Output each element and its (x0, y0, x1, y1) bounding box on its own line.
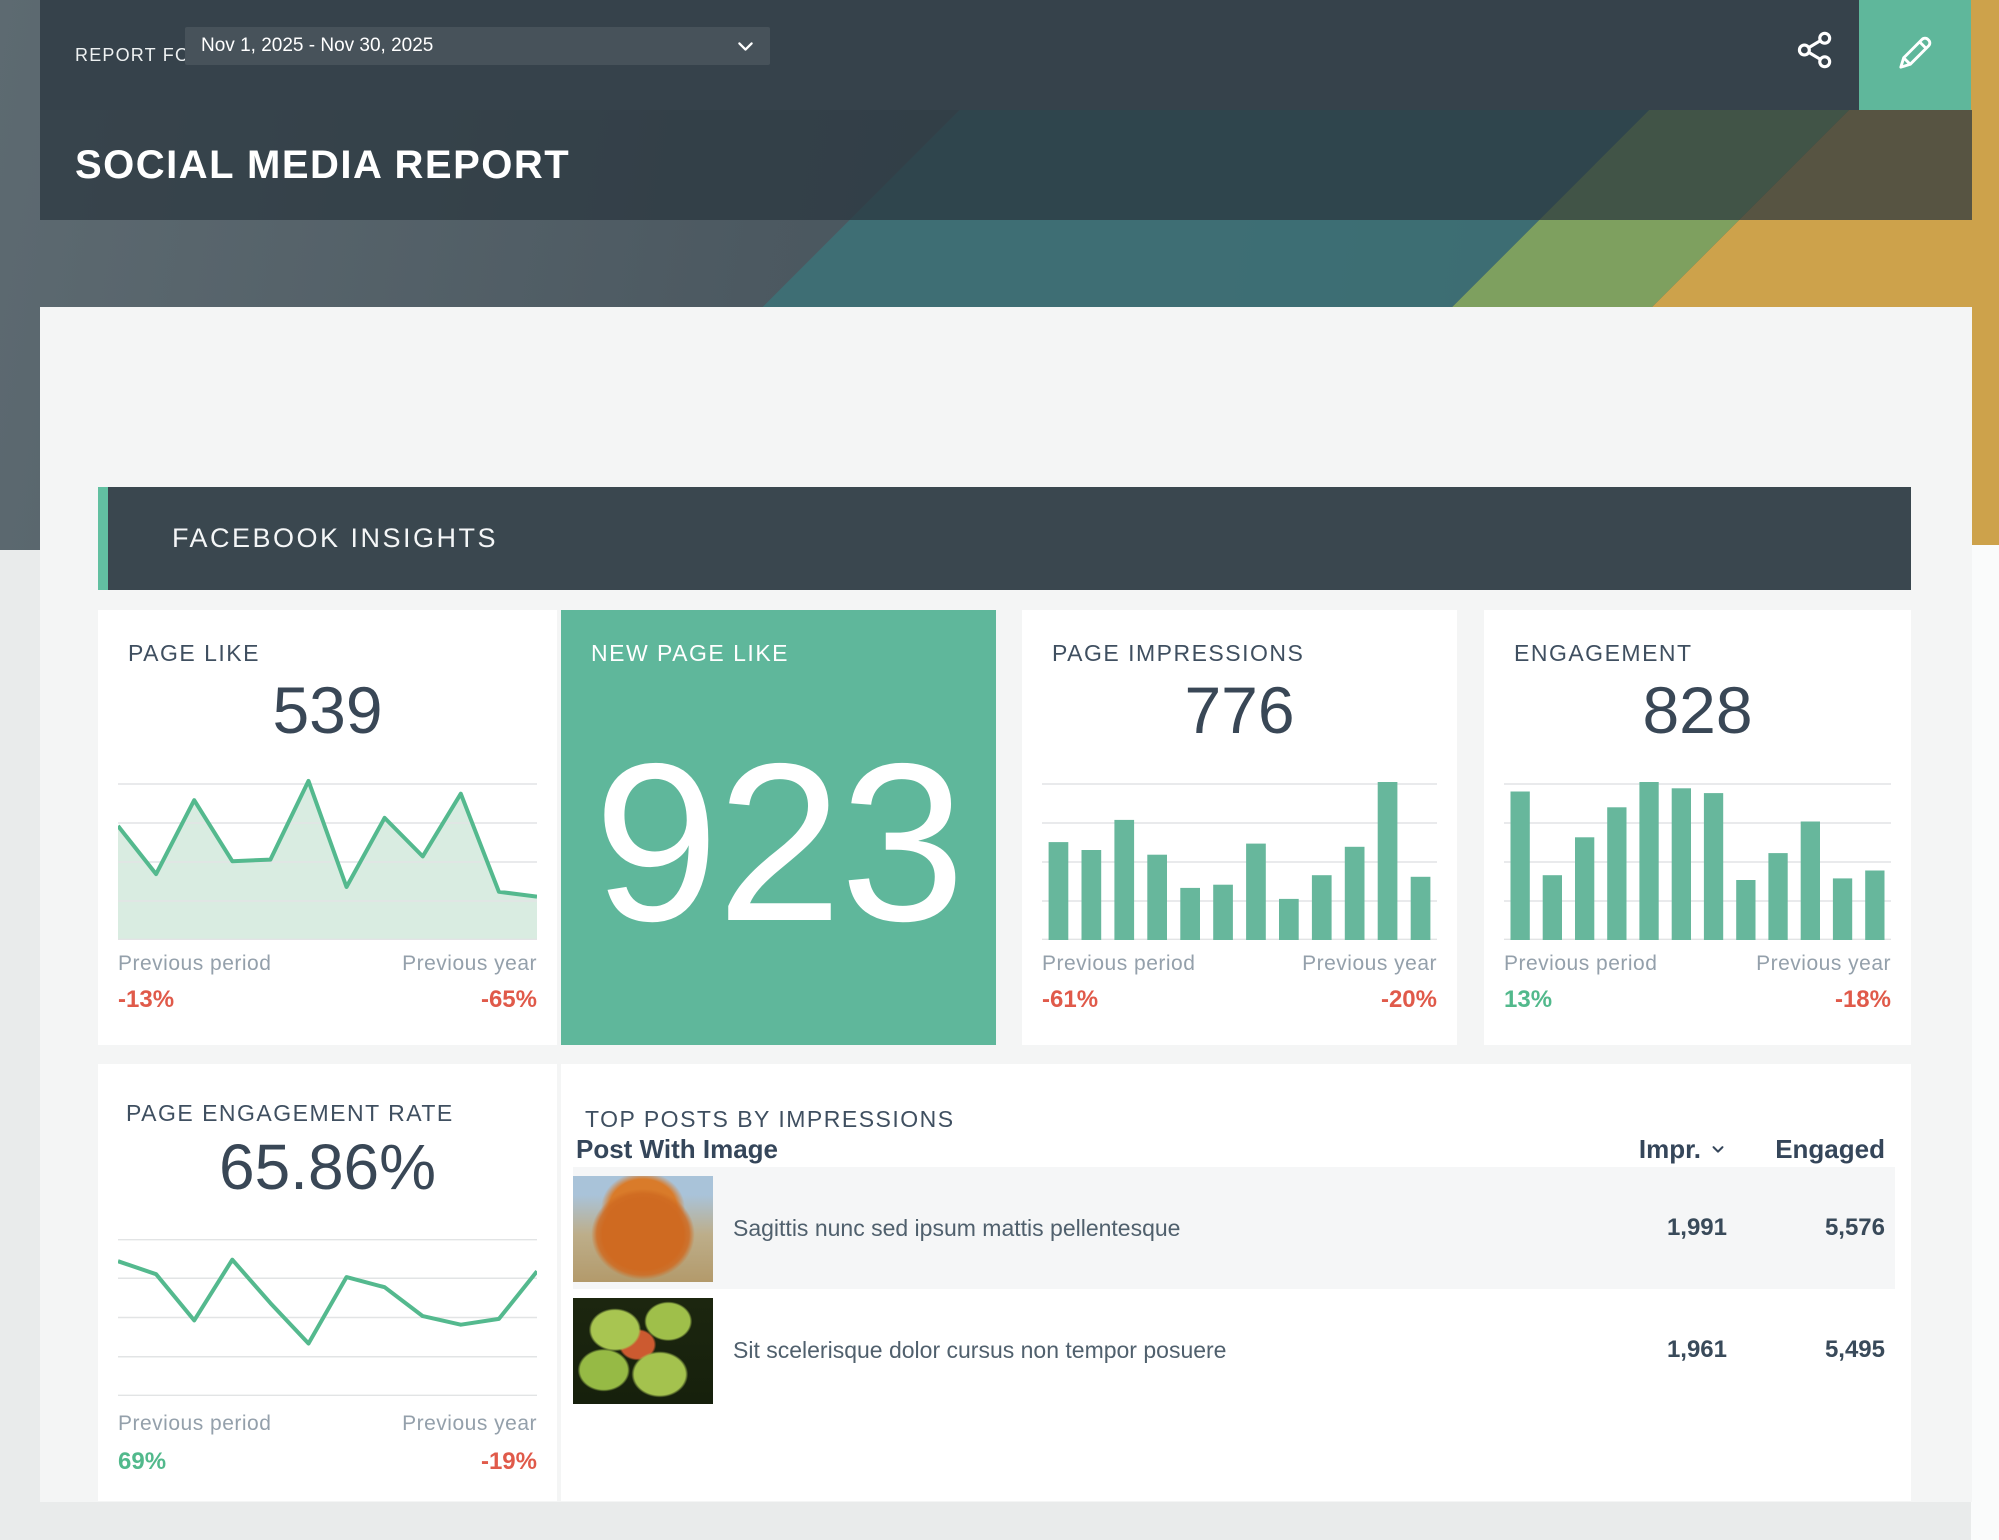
column-header-impressions-label: Impr. (1639, 1134, 1701, 1165)
prev-year-label: Previous year (1756, 952, 1891, 976)
date-range-value: Nov 1, 2025 - Nov 30, 2025 (201, 27, 433, 65)
engagement-bar-chart (1504, 744, 1891, 940)
post-engaged-value: 5,495 (1825, 1289, 1885, 1411)
engagement-value: 828 (1484, 672, 1911, 748)
post-impressions-value: 1,961 (1667, 1289, 1727, 1411)
prev-year-change: -19% (481, 1448, 537, 1476)
post-engaged-value: 5,576 (1825, 1167, 1885, 1289)
page-like-card: PAGE LIKE 539 Previous period Previous y… (98, 610, 557, 1045)
date-range-dropdown[interactable]: Nov 1, 2025 - Nov 30, 2025 (185, 27, 770, 65)
prev-period-change: 69% (118, 1448, 166, 1476)
post-row-1[interactable]: Sagittis nunc sed ipsum mattis pellentes… (573, 1167, 1895, 1289)
page-engagement-rate-title: PAGE ENGAGEMENT RATE (126, 1100, 454, 1127)
prev-period-label: Previous period (1042, 952, 1195, 976)
section-accent-strip (98, 487, 108, 590)
page-like-area-chart (118, 744, 537, 940)
page-like-title: PAGE LIKE (128, 640, 260, 667)
new-page-like-value: 923 (561, 610, 996, 1045)
top-posts-card: TOP POSTS BY IMPRESSIONS Post With Image… (561, 1064, 1911, 1501)
prev-year-label: Previous year (402, 952, 537, 976)
share-icon (1793, 59, 1837, 76)
prev-year-change: -18% (1835, 986, 1891, 1014)
page-like-value: 539 (98, 672, 557, 748)
page-impressions-bar-chart (1042, 744, 1437, 940)
column-header-post: Post With Image (576, 1134, 778, 1165)
prev-period-change: 13% (1504, 986, 1552, 1014)
post-text: Sagittis nunc sed ipsum mattis pellentes… (733, 1167, 1180, 1289)
title-band: SOCIAL MEDIA REPORT (40, 110, 1972, 220)
post-text: Sit scelerisque dolor cursus non tempor … (733, 1289, 1226, 1411)
column-header-engaged: Engaged (1775, 1134, 1885, 1165)
prev-year-label: Previous year (1302, 952, 1437, 976)
post-thumbnail-green-leaves (573, 1298, 713, 1404)
page-title: SOCIAL MEDIA REPORT (75, 110, 570, 220)
post-thumbnail-autumn-tree (573, 1176, 713, 1282)
post-impressions-value: 1,991 (1667, 1167, 1727, 1289)
prev-period-label: Previous period (118, 952, 271, 976)
page-impressions-title: PAGE IMPRESSIONS (1052, 640, 1304, 667)
top-posts-title: TOP POSTS BY IMPRESSIONS (585, 1106, 955, 1133)
chevron-down-icon (735, 36, 756, 57)
prev-period-label: Previous period (1504, 952, 1657, 976)
prev-year-change: -65% (481, 986, 537, 1014)
report-content: FACEBOOK INSIGHTS PAGE LIKE 539 Previous… (40, 307, 1972, 1502)
prev-period-label: Previous period (118, 1412, 271, 1436)
edit-report-button[interactable] (1859, 0, 1971, 110)
page-engagement-rate-value: 65.86% (98, 1130, 557, 1204)
share-button[interactable] (1793, 28, 1837, 72)
prev-year-label: Previous year (402, 1412, 537, 1436)
right-edge-panel (1971, 545, 1999, 1540)
page-engagement-rate-card: PAGE ENGAGEMENT RATE 65.86% Previous per… (98, 1064, 557, 1501)
engagement-title: ENGAGEMENT (1514, 640, 1693, 667)
page-impressions-card: PAGE IMPRESSIONS 776 Previous period Pre… (1022, 610, 1457, 1045)
facebook-insights-section-bar: FACEBOOK INSIGHTS (98, 487, 1911, 590)
pencil-icon (1892, 30, 1938, 81)
engagement-card: ENGAGEMENT 828 Previous period Previous … (1484, 610, 1911, 1045)
prev-period-change: -13% (118, 986, 174, 1014)
prev-year-change: -20% (1381, 986, 1437, 1014)
page-impressions-value: 776 (1022, 672, 1457, 748)
social-media-report-page: REPORT FOR Nov 1, 2025 - Nov 30, 2025 (0, 0, 1999, 1540)
section-title: FACEBOOK INSIGHTS (172, 487, 498, 590)
top-bar: REPORT FOR Nov 1, 2025 - Nov 30, 2025 (40, 0, 1859, 110)
page-engagement-rate-line-chart (118, 1239, 537, 1396)
new-page-like-card: NEW PAGE LIKE 923 (561, 610, 996, 1045)
post-row-2[interactable]: Sit scelerisque dolor cursus non tempor … (573, 1289, 1895, 1411)
sort-chevron-down-icon (1709, 1134, 1727, 1165)
prev-period-change: -61% (1042, 986, 1098, 1014)
column-header-impressions-sort[interactable]: Impr. (1639, 1134, 1727, 1165)
